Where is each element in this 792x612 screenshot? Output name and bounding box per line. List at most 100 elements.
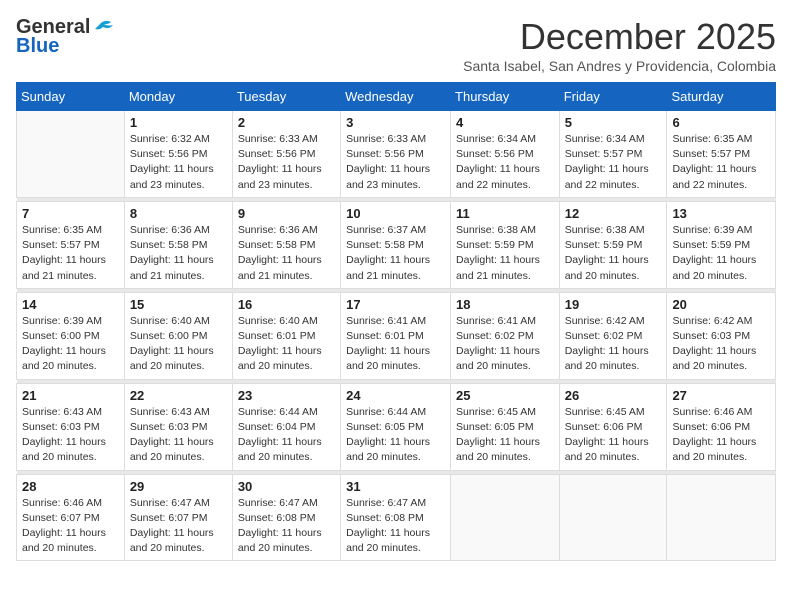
day-info: Sunrise: 6:36 AMSunset: 5:58 PMDaylight:…: [238, 223, 335, 284]
day-number: 5: [565, 115, 662, 130]
calendar-cell: 14Sunrise: 6:39 AMSunset: 6:00 PMDayligh…: [17, 292, 125, 379]
day-info: Sunrise: 6:35 AMSunset: 5:57 PMDaylight:…: [672, 132, 770, 193]
weekday-header-wednesday: Wednesday: [341, 83, 451, 111]
calendar-week-row-3: 14Sunrise: 6:39 AMSunset: 6:00 PMDayligh…: [17, 292, 776, 379]
day-info: Sunrise: 6:32 AMSunset: 5:56 PMDaylight:…: [130, 132, 227, 193]
weekday-header-sunday: Sunday: [17, 83, 125, 111]
day-number: 11: [456, 206, 554, 221]
calendar-cell: 10 Sunrise: 6:37 AMSunset: 5:58 PMDayligh…: [341, 201, 451, 288]
day-number: 6: [672, 115, 770, 130]
calendar-cell: 15Sunrise: 6:40 AMSunset: 6:00 PMDayligh…: [124, 292, 232, 379]
day-number: 16: [238, 297, 335, 312]
day-info: Sunrise: 6:47 AMSunset: 6:08 PMDaylight:…: [346, 496, 445, 557]
calendar-cell: [667, 474, 776, 561]
calendar-cell: 11 Sunrise: 6:38 AMSunset: 5:59 PMDayligh…: [451, 201, 560, 288]
calendar-cell: 9 Sunrise: 6:36 AMSunset: 5:58 PMDaylight…: [232, 201, 340, 288]
calendar-cell: 26 Sunrise: 6:45 AMSunset: 6:06 PMDayligh…: [559, 383, 667, 470]
calendar-cell: 5Sunrise: 6:34 AMSunset: 5:57 PMDaylight…: [559, 111, 667, 198]
logo-bird-icon: [93, 19, 115, 37]
calendar-cell: 24Sunrise: 6:44 AMSunset: 6:05 PMDayligh…: [341, 383, 451, 470]
day-number: 1: [130, 115, 227, 130]
calendar-cell: 12 Sunrise: 6:38 AMSunset: 5:59 PMDayligh…: [559, 201, 667, 288]
calendar-cell: 20 Sunrise: 6:42 AMSunset: 6:03 PMDayligh…: [667, 292, 776, 379]
calendar-cell: 28Sunrise: 6:46 AMSunset: 6:07 PMDayligh…: [17, 474, 125, 561]
day-number: 29: [130, 479, 227, 494]
day-info: Sunrise: 6:34 AMSunset: 5:56 PMDaylight:…: [456, 132, 554, 193]
calendar-cell: 19Sunrise: 6:42 AMSunset: 6:02 PMDayligh…: [559, 292, 667, 379]
calendar-week-row-1: 1 Sunrise: 6:32 AMSunset: 5:56 PMDaylight…: [17, 111, 776, 198]
day-number: 31: [346, 479, 445, 494]
day-number: 7: [22, 206, 119, 221]
calendar-cell: 3 Sunrise: 6:33 AMSunset: 5:56 PMDaylight…: [341, 111, 451, 198]
location-subtitle: Santa Isabel, San Andres y Providencia, …: [463, 58, 776, 74]
day-info: Sunrise: 6:42 AMSunset: 6:03 PMDaylight:…: [672, 314, 770, 375]
title-block: December 2025 Santa Isabel, San Andres y…: [463, 16, 776, 74]
calendar-cell: 16Sunrise: 6:40 AMSunset: 6:01 PMDayligh…: [232, 292, 340, 379]
day-info: Sunrise: 6:33 AMSunset: 5:56 PMDaylight:…: [346, 132, 445, 193]
day-number: 14: [22, 297, 119, 312]
day-number: 18: [456, 297, 554, 312]
day-info: Sunrise: 6:38 AMSunset: 5:59 PMDaylight:…: [456, 223, 554, 284]
calendar-cell: 6 Sunrise: 6:35 AMSunset: 5:57 PMDaylight…: [667, 111, 776, 198]
day-number: 20: [672, 297, 770, 312]
calendar-cell: 2 Sunrise: 6:33 AMSunset: 5:56 PMDaylight…: [232, 111, 340, 198]
day-info: Sunrise: 6:39 AMSunset: 5:59 PMDaylight:…: [672, 223, 770, 284]
day-number: 30: [238, 479, 335, 494]
day-number: 10: [346, 206, 445, 221]
calendar-cell: 29 Sunrise: 6:47 AMSunset: 6:07 PMDayligh…: [124, 474, 232, 561]
day-info: Sunrise: 6:46 AMSunset: 6:06 PMDaylight:…: [672, 405, 770, 466]
day-number: 21: [22, 388, 119, 403]
calendar-cell: 23Sunrise: 6:44 AMSunset: 6:04 PMDayligh…: [232, 383, 340, 470]
day-info: Sunrise: 6:41 AMSunset: 6:02 PMDaylight:…: [456, 314, 554, 375]
calendar-cell: 21 Sunrise: 6:43 AMSunset: 6:03 PMDayligh…: [17, 383, 125, 470]
weekday-header-row: SundayMondayTuesdayWednesdayThursdayFrid…: [17, 83, 776, 111]
day-number: 13: [672, 206, 770, 221]
calendar-cell: 25 Sunrise: 6:45 AMSunset: 6:05 PMDayligh…: [451, 383, 560, 470]
calendar-cell: 13 Sunrise: 6:39 AMSunset: 5:59 PMDayligh…: [667, 201, 776, 288]
day-info: Sunrise: 6:36 AMSunset: 5:58 PMDaylight:…: [130, 223, 227, 284]
calendar-cell: 27Sunrise: 6:46 AMSunset: 6:06 PMDayligh…: [667, 383, 776, 470]
day-info: Sunrise: 6:47 AMSunset: 6:07 PMDaylight:…: [130, 496, 227, 557]
calendar-cell: [451, 474, 560, 561]
day-info: Sunrise: 6:35 AMSunset: 5:57 PMDaylight:…: [22, 223, 119, 284]
day-info: Sunrise: 6:33 AMSunset: 5:56 PMDaylight:…: [238, 132, 335, 193]
calendar-table: SundayMondayTuesdayWednesdayThursdayFrid…: [16, 82, 776, 561]
calendar-week-row-5: 28Sunrise: 6:46 AMSunset: 6:07 PMDayligh…: [17, 474, 776, 561]
day-number: 12: [565, 206, 662, 221]
calendar-cell: 4 Sunrise: 6:34 AMSunset: 5:56 PMDaylight…: [451, 111, 560, 198]
day-number: 2: [238, 115, 335, 130]
day-number: 23: [238, 388, 335, 403]
calendar-cell: 7 Sunrise: 6:35 AMSunset: 5:57 PMDaylight…: [17, 201, 125, 288]
day-number: 22: [130, 388, 227, 403]
day-info: Sunrise: 6:45 AMSunset: 6:06 PMDaylight:…: [565, 405, 662, 466]
day-info: Sunrise: 6:38 AMSunset: 5:59 PMDaylight:…: [565, 223, 662, 284]
calendar-cell: 8Sunrise: 6:36 AMSunset: 5:58 PMDaylight…: [124, 201, 232, 288]
weekday-header-thursday: Thursday: [451, 83, 560, 111]
day-info: Sunrise: 6:44 AMSunset: 6:05 PMDaylight:…: [346, 405, 445, 466]
day-number: 3: [346, 115, 445, 130]
calendar-cell: [17, 111, 125, 198]
day-number: 25: [456, 388, 554, 403]
day-number: 17: [346, 297, 445, 312]
logo: General Blue: [16, 16, 115, 58]
calendar-cell: 31 Sunrise: 6:47 AMSunset: 6:08 PMDayligh…: [341, 474, 451, 561]
calendar-cell: 17Sunrise: 6:41 AMSunset: 6:01 PMDayligh…: [341, 292, 451, 379]
weekday-header-friday: Friday: [559, 83, 667, 111]
day-number: 9: [238, 206, 335, 221]
weekday-header-monday: Monday: [124, 83, 232, 111]
calendar-cell: 30Sunrise: 6:47 AMSunset: 6:08 PMDayligh…: [232, 474, 340, 561]
day-info: Sunrise: 6:42 AMSunset: 6:02 PMDaylight:…: [565, 314, 662, 375]
weekday-header-saturday: Saturday: [667, 83, 776, 111]
month-title: December 2025: [463, 16, 776, 58]
day-info: Sunrise: 6:43 AMSunset: 6:03 PMDaylight:…: [130, 405, 227, 466]
day-info: Sunrise: 6:46 AMSunset: 6:07 PMDaylight:…: [22, 496, 119, 557]
day-number: 26: [565, 388, 662, 403]
logo-blue-text: Blue: [16, 35, 59, 58]
calendar-cell: [559, 474, 667, 561]
day-info: Sunrise: 6:43 AMSunset: 6:03 PMDaylight:…: [22, 405, 119, 466]
day-info: Sunrise: 6:45 AMSunset: 6:05 PMDaylight:…: [456, 405, 554, 466]
day-number: 4: [456, 115, 554, 130]
day-info: Sunrise: 6:37 AMSunset: 5:58 PMDaylight:…: [346, 223, 445, 284]
page-header: General Blue December 2025 Santa Isabel,…: [16, 16, 776, 74]
day-info: Sunrise: 6:40 AMSunset: 6:00 PMDaylight:…: [130, 314, 227, 375]
